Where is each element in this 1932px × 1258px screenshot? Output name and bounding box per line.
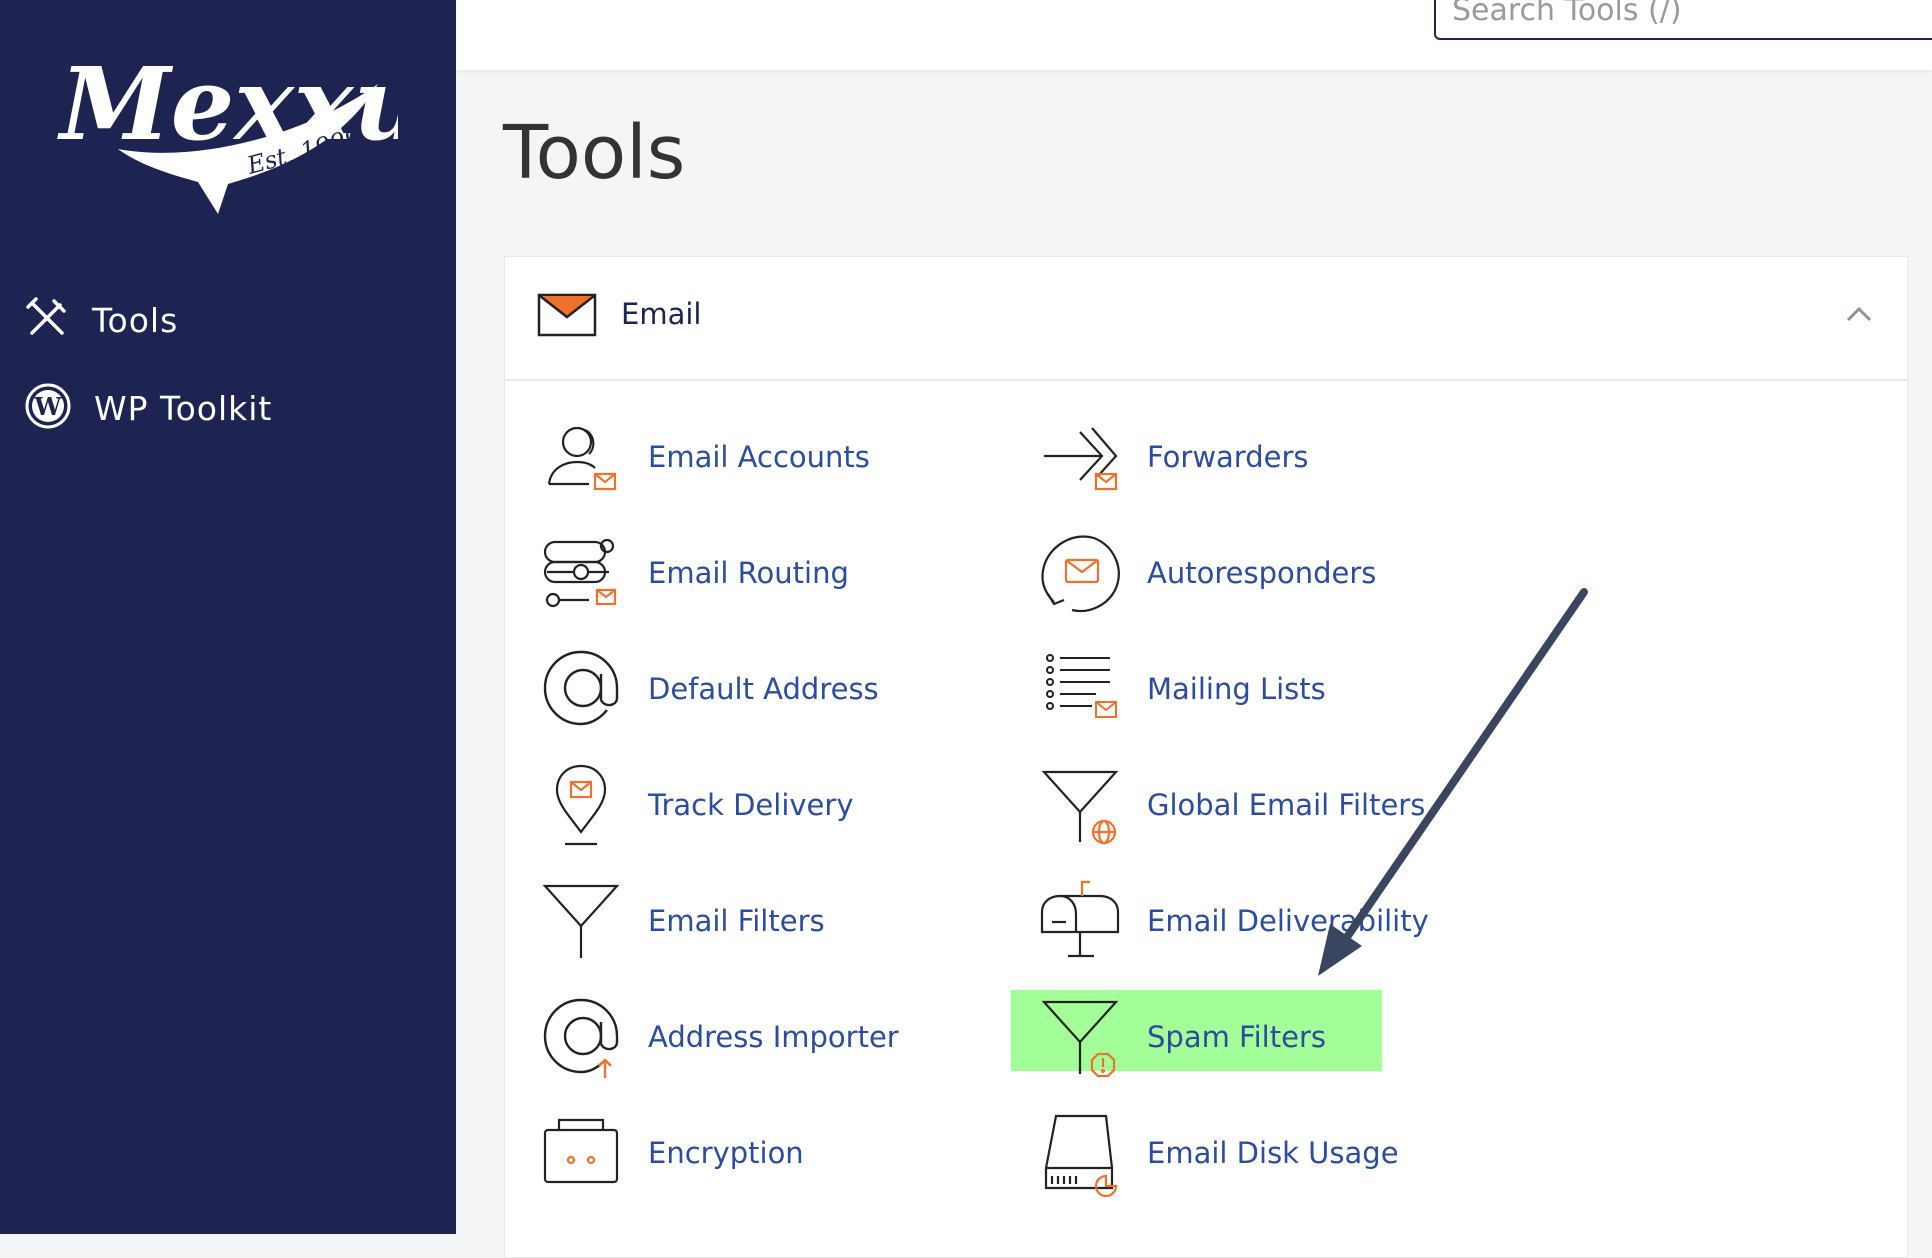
disk-usage-icon [1044,1114,1118,1198]
email-panel-header[interactable]: Email [505,257,1907,381]
tool-label: Forwarders [1147,440,1309,474]
tool-email-routing[interactable]: Email Routing [537,528,849,618]
chevron-up-icon[interactable] [1845,305,1873,327]
tool-label: Email Disk Usage [1147,1136,1399,1170]
autoresponder-icon [1041,535,1120,613]
mailing-list-icon [1046,654,1117,718]
wordpress-icon: W [24,382,72,434]
tool-label: Address Importer [648,1020,899,1054]
sidebar-item-wp-toolkit[interactable]: W WP Toolkit [24,380,272,436]
funnel-icon [542,884,620,958]
svg-text:W: W [34,392,63,421]
sidebar: Mexxus Est. 1999 Tools W WP Toolkit [0,0,456,1234]
at-sign-upload-icon [543,998,619,1078]
forward-arrows-icon [1044,427,1118,491]
tool-label: Encryption [648,1136,804,1170]
tool-forwarders[interactable]: Forwarders [1036,412,1309,502]
tool-address-importer[interactable]: Address Importer [537,992,899,1082]
tool-email-accounts[interactable]: Email Accounts [537,412,870,502]
key-box-icon [543,1118,619,1184]
tool-email-disk-usage[interactable]: Email Disk Usage [1036,1108,1399,1198]
tool-label: Email Deliverability [1147,904,1429,938]
sidebar-item-label: Tools [92,300,179,340]
search-tools-input[interactable] [1434,0,1932,40]
tool-label: Track Delivery [648,788,854,822]
funnel-warning-icon [1041,1000,1119,1078]
tool-autoresponders[interactable]: Autoresponders [1036,528,1376,618]
envelope-icon [537,293,597,341]
tool-label: Email Filters [648,904,825,938]
tool-track-delivery[interactable]: Track Delivery [537,760,853,850]
tool-encryption[interactable]: Encryption [537,1108,804,1198]
tool-label: Mailing Lists [1147,672,1326,706]
tool-email-filters[interactable]: Email Filters [537,876,825,966]
email-section-title: Email [621,297,702,331]
tool-label: Autoresponders [1147,556,1377,590]
tool-email-deliverability[interactable]: Email Deliverability [1036,876,1429,966]
email-routing-icon [543,538,617,608]
tool-label: Default Address [648,672,879,706]
tool-global-email-filters[interactable]: Global Email Filters [1036,760,1425,850]
tools-icon [24,295,70,345]
top-bar [456,0,1932,70]
at-sign-icon [543,650,619,726]
location-pin-mail-icon [555,764,607,846]
sidebar-item-label: WP Toolkit [94,388,273,428]
page-title: Tools [503,110,686,196]
tool-mailing-lists[interactable]: Mailing Lists [1036,644,1326,734]
tool-default-address[interactable]: Default Address [537,644,879,734]
mailbox-icon [1040,880,1120,958]
tool-spam-filters[interactable]: Spam Filters [1036,992,1326,1082]
tool-label: Global Email Filters [1147,788,1426,822]
funnel-globe-icon [1041,770,1119,845]
email-accounts-icon [547,426,617,491]
tool-label: Email Accounts [648,440,870,474]
sidebar-item-tools[interactable]: Tools [24,292,178,348]
mexxus-logo[interactable]: Mexxus Est. 1999 [48,14,398,214]
tool-label: Spam Filters [1147,1020,1326,1054]
tool-label: Email Routing [648,556,849,590]
